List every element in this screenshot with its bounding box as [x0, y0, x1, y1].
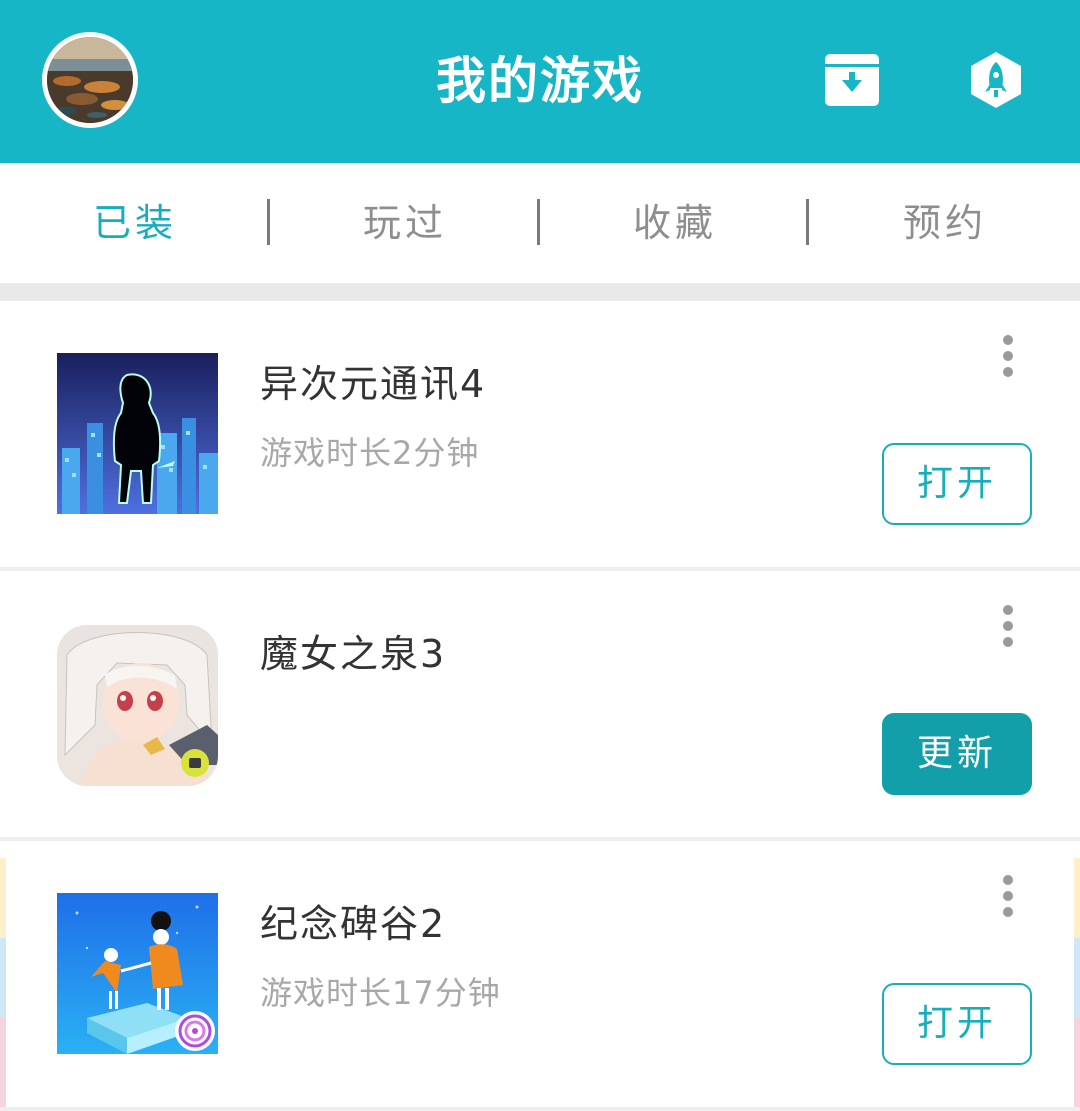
- edge-strip: [1074, 938, 1080, 1018]
- open-button[interactable]: 打开: [882, 443, 1032, 525]
- update-button[interactable]: 更新: [882, 713, 1032, 795]
- more-options-icon[interactable]: [994, 605, 1022, 649]
- tab-installed[interactable]: 已装: [0, 163, 270, 283]
- section-gap: [0, 283, 1080, 301]
- playtime-label: 游戏时长17分钟: [260, 974, 501, 1012]
- game-list-item[interactable]: 异次元通讯4 游戏时长2分钟 打开: [0, 301, 1080, 568]
- tab-bar: 已装 玩过 收藏 预约: [0, 163, 1080, 283]
- monument-valley-icon: [57, 893, 218, 1054]
- download-box-icon[interactable]: [822, 50, 882, 110]
- rocket-icon[interactable]: [966, 50, 1026, 110]
- page-title: 我的游戏: [436, 52, 644, 110]
- more-options-icon[interactable]: [994, 335, 1022, 379]
- tab-divider: [537, 199, 540, 245]
- edge-strip: [0, 938, 6, 1018]
- tab-favorites[interactable]: 收藏: [540, 163, 810, 283]
- tab-divider: [806, 199, 809, 245]
- tab-played[interactable]: 玩过: [270, 163, 540, 283]
- open-button[interactable]: 打开: [882, 983, 1032, 1065]
- game-title: 魔女之泉3: [260, 632, 447, 676]
- more-options-icon[interactable]: [994, 875, 1022, 919]
- divider: [0, 1107, 1080, 1111]
- game-title: 异次元通讯4: [260, 362, 487, 406]
- anime-girl-icon: [57, 625, 218, 786]
- playtime-label: 游戏时长2分钟: [260, 434, 480, 472]
- tab-divider: [267, 199, 270, 245]
- game-list-item[interactable]: 魔女之泉3 更新: [0, 571, 1080, 838]
- silhouette-city-icon: [57, 353, 218, 514]
- avatar[interactable]: [42, 32, 138, 128]
- tab-reserved[interactable]: 预约: [810, 163, 1080, 283]
- edge-strip: [1074, 1018, 1080, 1107]
- game-list-item[interactable]: 纪念碑谷2 游戏时长17分钟 打开: [0, 841, 1080, 1107]
- edge-strip: [0, 858, 6, 938]
- game-title: 纪念碑谷2: [260, 902, 447, 946]
- top-bar: 我的游戏: [0, 0, 1080, 163]
- edge-strip: [0, 1018, 6, 1107]
- edge-strip: [1074, 858, 1080, 938]
